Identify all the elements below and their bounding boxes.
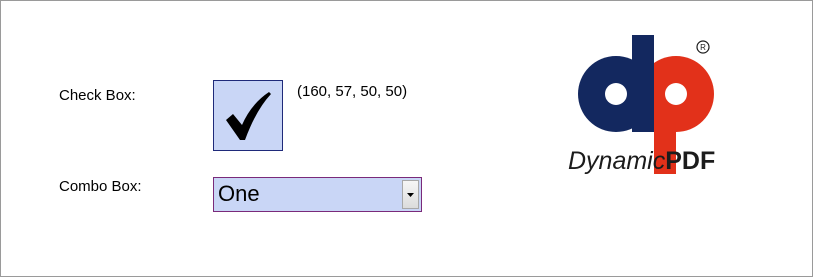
checkmark-icon xyxy=(226,91,271,140)
checkbox-label: Check Box: xyxy=(59,87,136,104)
form-panel: Check Box: (160, 57, 50, 50) Combo Box: … xyxy=(0,0,813,277)
logo-text-pdf: PDF xyxy=(665,147,716,175)
dropdown-arrow-icon xyxy=(407,192,414,197)
logo-text-dynamic: Dynamic xyxy=(568,147,666,175)
checkbox-coordinates: (160, 57, 50, 50) xyxy=(297,83,408,100)
check-box[interactable] xyxy=(213,80,283,151)
svg-text:R: R xyxy=(700,43,706,52)
combo-box-label: Combo Box: xyxy=(59,178,142,195)
combo-box-dropdown-button[interactable] xyxy=(402,180,419,209)
combo-box-value: One xyxy=(218,181,260,206)
dynamicpdf-logo-text: DynamicPDF xyxy=(568,147,715,176)
combo-box[interactable]: One xyxy=(213,177,422,212)
